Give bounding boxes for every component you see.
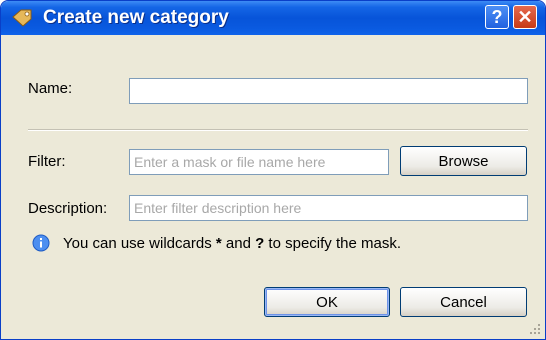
info-icon: [32, 234, 50, 252]
category-tag-icon: [12, 9, 32, 27]
dialog-body: Name: Filter: Browse Description: You ca…: [1, 35, 545, 339]
filter-input[interactable]: [129, 149, 389, 175]
help-button[interactable]: ?: [485, 5, 509, 29]
wildcard-hint: You can use wildcards * and ? to specify…: [63, 235, 401, 252]
separator: [28, 129, 528, 131]
filter-label: Filter:: [28, 153, 66, 170]
description-input[interactable]: [129, 195, 528, 221]
title-bar[interactable]: Create new category ? ✕: [1, 1, 545, 35]
ok-button[interactable]: OK: [264, 287, 390, 317]
dialog-title: Create new category: [43, 7, 229, 28]
cancel-button[interactable]: Cancel: [400, 287, 527, 317]
name-label: Name:: [28, 80, 73, 97]
description-label: Description:: [28, 200, 108, 217]
create-category-dialog: Create new category ? ✕ Name: Filter: Br…: [0, 0, 546, 340]
wildcard-question: ?: [255, 235, 265, 252]
browse-button[interactable]: Browse: [400, 146, 527, 176]
resize-grip-icon[interactable]: [529, 323, 541, 335]
close-button[interactable]: ✕: [513, 5, 537, 29]
name-input[interactable]: [129, 78, 528, 104]
